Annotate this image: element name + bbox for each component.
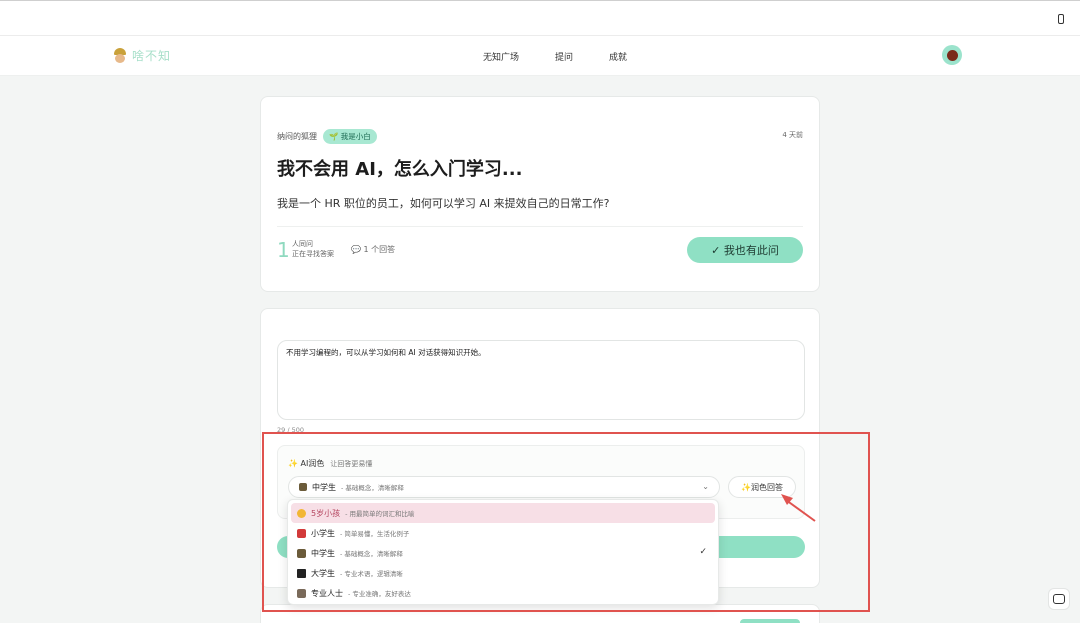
assistant-bot-icon[interactable] bbox=[1048, 588, 1070, 610]
annotation-arrow-icon bbox=[781, 494, 816, 522]
